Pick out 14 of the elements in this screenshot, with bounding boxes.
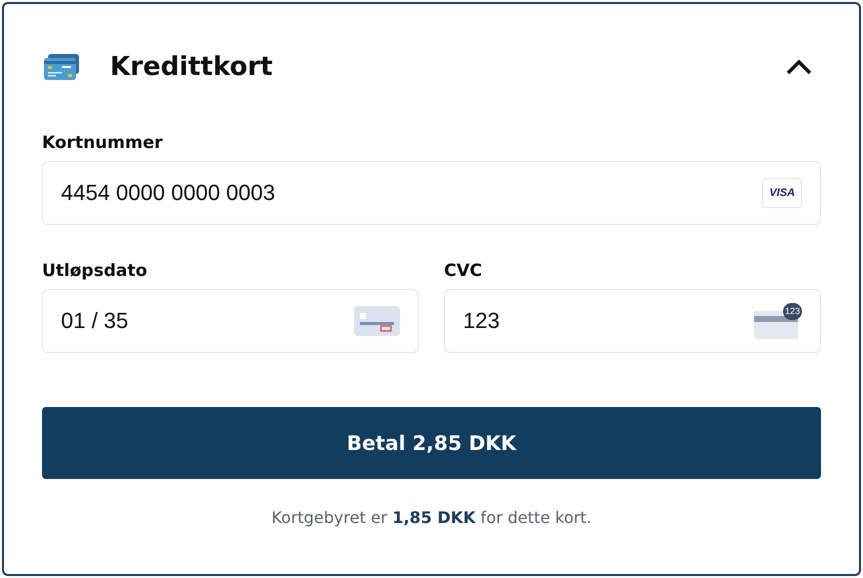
- section-title: Kredittkort: [110, 52, 274, 82]
- credit-card-icon: [44, 53, 80, 81]
- field-label: Utløpsdato: [42, 261, 148, 281]
- expiry-field[interactable]: 01 / 35: [42, 289, 419, 353]
- field-label: Kortnummer: [42, 133, 164, 153]
- card-front-icon: [354, 306, 400, 336]
- card-back-icon: 123: [754, 303, 802, 339]
- cvc-field[interactable]: 123 123: [444, 289, 821, 353]
- card-number-field[interactable]: 4454 0000 0000 0003 VISA: [42, 161, 821, 225]
- field-label: CVC: [444, 261, 484, 281]
- visa-badge: VISA: [762, 178, 802, 208]
- collapse-chevron-icon[interactable]: [785, 58, 813, 76]
- fee-note: Kortgebyret er 1,85 DKK for dette kort.: [270, 508, 593, 527]
- pay-button[interactable]: Betal 2,85 DKK: [42, 407, 821, 479]
